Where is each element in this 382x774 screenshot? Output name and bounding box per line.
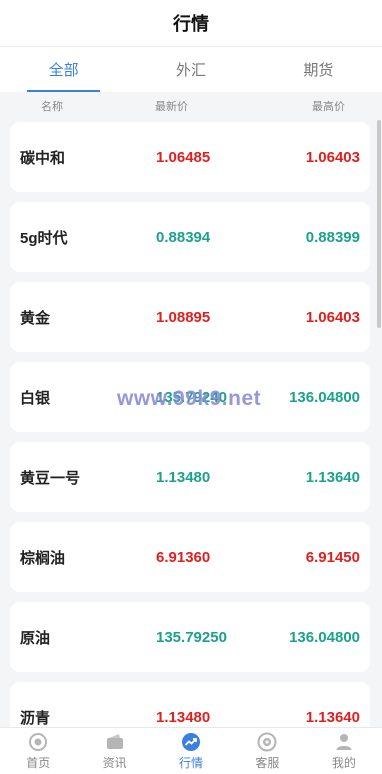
high-price: 0.88399 xyxy=(305,228,360,246)
latest-price: 1.13480 xyxy=(156,468,211,486)
bottom-tabbar: 首页 资讯 行情 客服 我的 xyxy=(0,727,382,774)
tab-label: 全部 xyxy=(48,62,79,79)
list-item[interactable]: 碳中和 1.06485 1.06403 xyxy=(10,122,370,192)
trend-icon xyxy=(182,732,201,751)
instrument-name: 白银 xyxy=(20,389,51,407)
list-item[interactable]: 5g时代 0.88394 0.88399 xyxy=(10,202,370,272)
latest-price: 0.88394 xyxy=(156,228,211,246)
tab-label: 外汇 xyxy=(175,62,206,79)
tabbar-item-market[interactable]: 行情 xyxy=(153,728,229,774)
page-title: 行情 xyxy=(173,14,209,34)
instrument-name: 原油 xyxy=(20,629,51,647)
latest-price: 1.06485 xyxy=(156,148,211,166)
tabbar-item-home[interactable]: 首页 xyxy=(0,728,76,774)
wallet-icon xyxy=(106,733,123,749)
instrument-name: 黄豆一号 xyxy=(20,469,81,487)
list-item[interactable]: 黄豆一号 1.13480 1.13640 xyxy=(10,442,370,512)
tabbar-label: 我的 xyxy=(331,755,356,770)
tabbar-label: 资讯 xyxy=(102,755,127,770)
latest-price: 6.91360 xyxy=(156,548,211,566)
instrument-name: 碳中和 xyxy=(20,149,66,167)
instrument-name: 黄金 xyxy=(20,309,51,327)
tabbar-label: 客服 xyxy=(255,755,280,770)
column-high: 最高价 xyxy=(312,101,345,113)
home-icon xyxy=(29,732,48,751)
latest-price: 135.79250 xyxy=(156,628,227,646)
high-price: 1.13640 xyxy=(305,468,360,486)
tabbar-label: 首页 xyxy=(26,755,51,770)
tab-forex[interactable]: 外汇 xyxy=(127,47,254,92)
high-price: 136.04800 xyxy=(289,628,360,646)
column-latest: 最新价 xyxy=(155,101,188,113)
list-item[interactable]: 黄金 1.08895 1.06403 xyxy=(10,282,370,352)
list-item[interactable]: 原油 135.79250 136.04800 xyxy=(10,602,370,672)
tabbar-item-news[interactable]: 资讯 xyxy=(76,728,152,774)
high-price: 6.91450 xyxy=(305,548,360,566)
high-price: 1.13640 xyxy=(305,708,360,726)
high-price: 136.04800 xyxy=(289,388,360,406)
column-header: 名称 最新价 最高价 xyxy=(0,92,382,120)
tab-futures[interactable]: 期货 xyxy=(255,47,382,92)
category-tabs: 全部 外汇 期货 xyxy=(0,47,382,92)
instrument-name: 沥青 xyxy=(20,709,51,727)
instrument-name: 棕榈油 xyxy=(20,549,66,567)
tab-label: 期货 xyxy=(303,62,334,79)
tabbar-item-profile[interactable]: 我的 xyxy=(306,728,382,774)
quote-list: 碳中和 1.06485 1.06403 5g时代 0.88394 0.88399 黄金 1.0… xyxy=(10,122,370,762)
high-price: 1.06403 xyxy=(305,148,360,166)
latest-price: 1.13480 xyxy=(156,708,211,726)
scrollbar[interactable] xyxy=(377,120,381,328)
header: 行情 xyxy=(0,0,382,47)
support-icon xyxy=(257,732,277,751)
watermark: www.99k9.net xyxy=(117,387,262,410)
list-item[interactable]: 棕榈油 6.91360 6.91450 xyxy=(10,522,370,592)
tabbar-label: 行情 xyxy=(179,755,204,770)
tab-all[interactable]: 全部 xyxy=(0,47,127,92)
latest-price: 1.08895 xyxy=(156,308,211,326)
high-price: 1.06403 xyxy=(305,308,360,326)
instrument-name: 5g时代 xyxy=(20,229,68,247)
user-icon xyxy=(336,733,352,750)
tabbar-item-support[interactable]: 客服 xyxy=(229,728,305,774)
column-name: 名称 xyxy=(41,101,63,113)
